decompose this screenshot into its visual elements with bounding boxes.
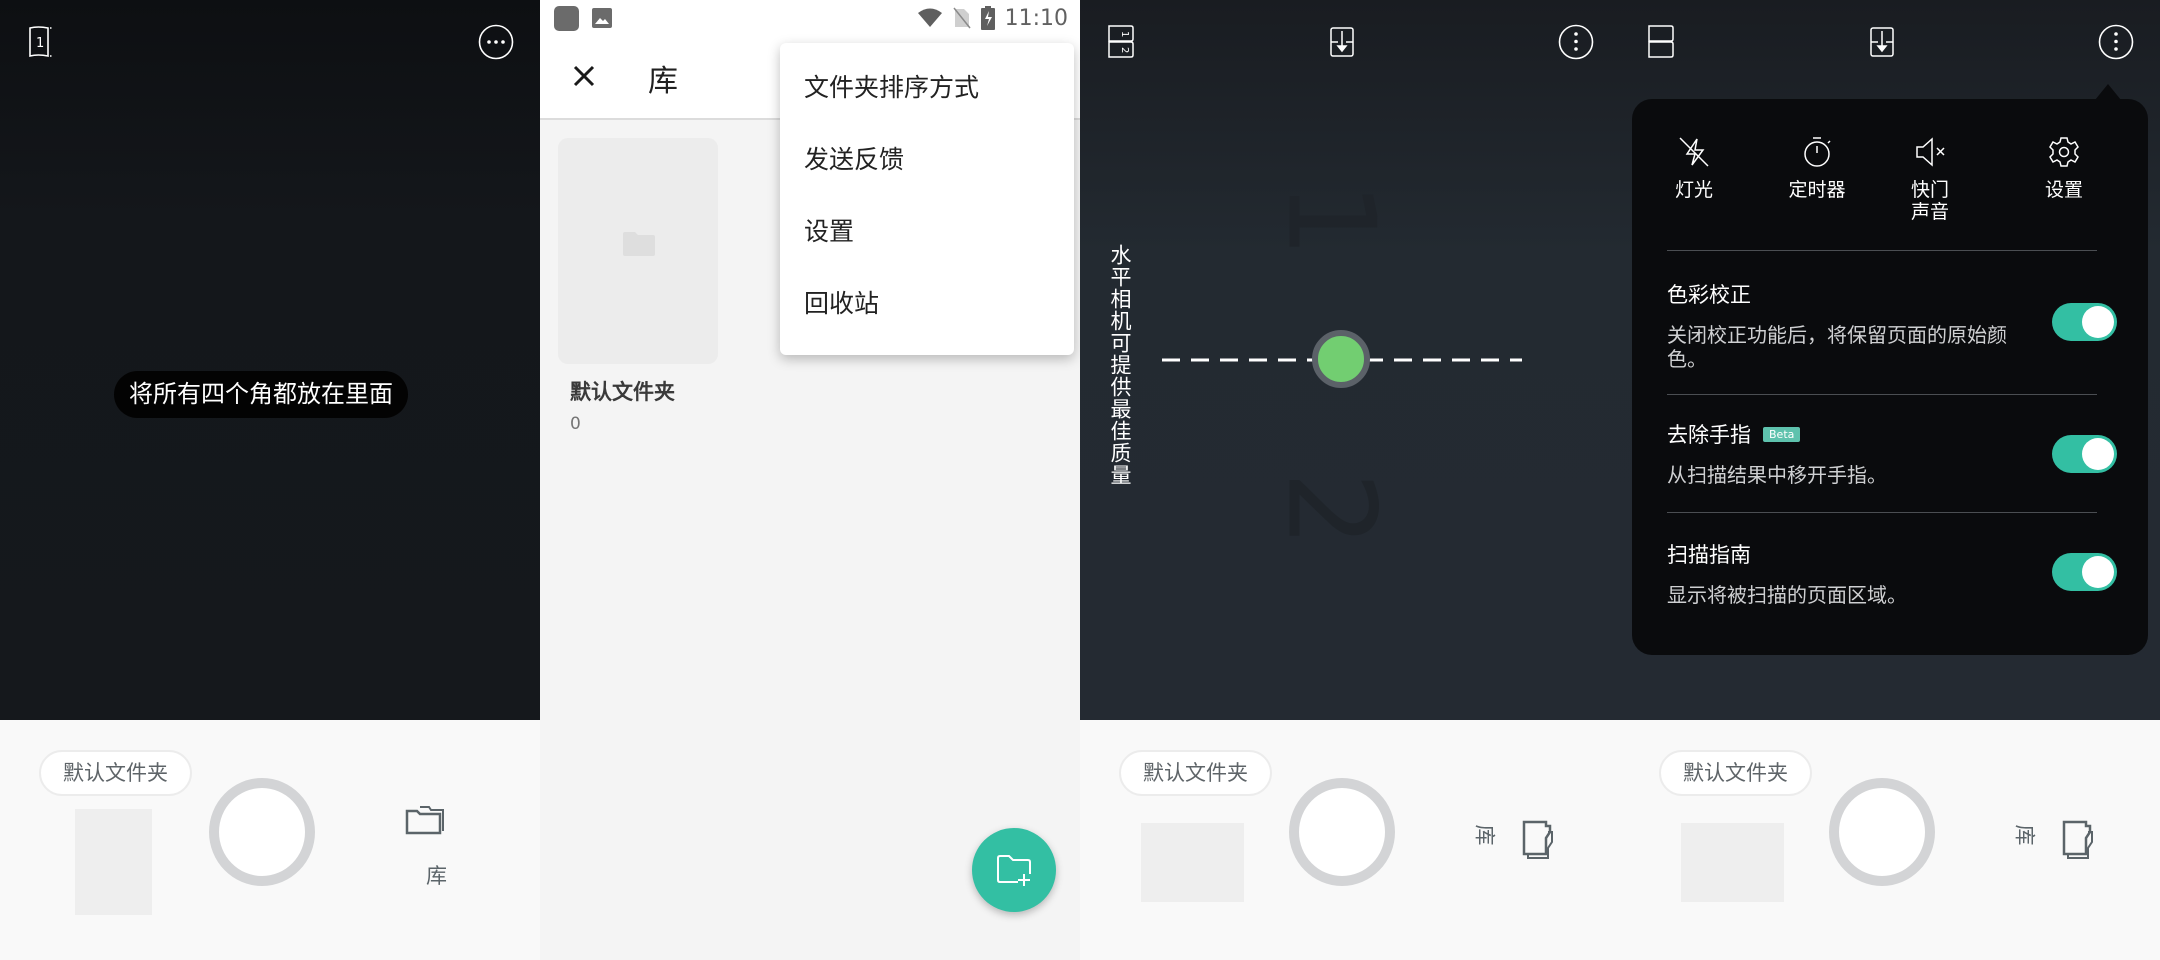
shutter-button[interactable] xyxy=(1829,778,1935,886)
shutter-sound-off-icon xyxy=(1916,137,1945,167)
folder-chip[interactable]: 默认文件夹 xyxy=(1659,750,1812,796)
menu-item-send-feedback[interactable]: 发送反馈 xyxy=(780,133,1074,205)
last-scan-thumbnail[interactable] xyxy=(1141,823,1244,902)
setting-title: 色彩校正 xyxy=(1667,283,1751,307)
camera-screen-settings-popup: 水平相机可提供最佳质量 灯光 定时器 快门声音 xyxy=(1620,0,2160,960)
more-vertical-icon[interactable] xyxy=(1558,24,1594,60)
quick-action-shutter-sound[interactable]: 快门声音 xyxy=(1880,135,1980,223)
overflow-menu: 文件夹排序方式 发送反馈 设置 回收站 xyxy=(780,43,1074,355)
toast-message: 将所有四个角都放在里面 xyxy=(114,371,408,418)
library-label[interactable]: 库 xyxy=(1471,825,1501,846)
setting-remove-fingers: 去除手指 Beta 从扫描结果中移开手指。 xyxy=(1667,419,2117,487)
image-icon xyxy=(592,8,612,28)
menu-item-recycle-bin[interactable]: 回收站 xyxy=(780,277,1074,349)
folder-card-thumbnail[interactable] xyxy=(558,138,718,364)
no-sim-icon xyxy=(953,7,971,29)
level-hint: 水平相机可提供最佳质量 xyxy=(1108,244,1132,486)
shutter-button[interactable] xyxy=(1289,778,1395,886)
quick-action-label: 设置 xyxy=(2044,179,2083,201)
menu-item-sort-folders[interactable]: 文件夹排序方式 xyxy=(780,61,1074,133)
setting-color-correction: 色彩校正 关闭校正功能后，将保留页面的原始颜色。 xyxy=(1667,279,2117,371)
more-horizontal-icon[interactable] xyxy=(478,24,514,60)
library-folder-icon[interactable] xyxy=(405,803,445,839)
library-folder-icon[interactable] xyxy=(2062,820,2098,860)
page-digit-1: 1 xyxy=(1119,31,1130,37)
divider xyxy=(1667,512,2097,513)
page-1-indicator: 1 xyxy=(1260,181,1400,258)
popup-arrow xyxy=(2095,84,2121,100)
page-mode-digit: 1 xyxy=(36,36,44,51)
clock: 11:10 xyxy=(1004,5,1068,31)
setting-description: 关闭校正功能后，将保留页面的原始颜色。 xyxy=(1667,323,2007,371)
two-page-icon[interactable]: 1 2 xyxy=(1108,25,1134,59)
last-scan-thumbnail[interactable] xyxy=(75,809,152,915)
library-folder-icon[interactable] xyxy=(1522,820,1558,860)
camera-viewfinder: 1 2 1 2 水平相机可提供最佳质量 xyxy=(1080,0,1620,720)
bottom-bar: 默认文件夹 库 xyxy=(1620,720,2160,960)
beta-badge: Beta xyxy=(1763,426,1801,442)
bottom-bar: 默认文件夹 库 xyxy=(0,720,540,960)
download-split-icon[interactable] xyxy=(1330,27,1354,57)
quick-action-label: 灯光 xyxy=(1674,179,1713,201)
quick-action-label: 定时器 xyxy=(1788,179,1846,201)
camera-viewfinder: 水平相机可提供最佳质量 灯光 定时器 快门声音 xyxy=(1620,0,2160,720)
gear-icon xyxy=(2049,137,2079,167)
camera-viewfinder: 1 将所有四个角都放在里面 xyxy=(0,0,540,720)
quick-settings-popup: 灯光 定时器 快门声音 设置 色彩校正 关闭校正功能后，将保留页面的原始颜色。 … xyxy=(1632,99,2148,655)
library-label[interactable]: 库 xyxy=(426,860,447,890)
setting-title: 去除手指 xyxy=(1667,423,1751,447)
library-screen: 11:10 库 默认文件夹 0 文件夹排序方式 发送反馈 设置 回收站 xyxy=(540,0,1080,960)
setting-scan-guide: 扫描指南 显示将被扫描的页面区域。 xyxy=(1667,539,2117,607)
divider xyxy=(1667,394,2097,395)
timer-icon xyxy=(1804,137,1831,167)
setting-title: 扫描指南 xyxy=(1667,543,1751,567)
download-split-icon[interactable] xyxy=(1870,27,1894,57)
quick-action-label: 快门声音 xyxy=(1910,179,1949,223)
remove-fingers-toggle[interactable] xyxy=(2052,435,2117,473)
close-icon[interactable] xyxy=(564,56,604,96)
battery-charging-icon xyxy=(980,6,995,30)
quick-action-flash[interactable]: 灯光 xyxy=(1634,135,1754,201)
folder-chip[interactable]: 默认文件夹 xyxy=(39,750,192,796)
menu-item-settings[interactable]: 设置 xyxy=(780,205,1074,277)
new-folder-button[interactable] xyxy=(972,828,1056,912)
folder-count: 0 xyxy=(570,414,581,434)
last-scan-thumbnail[interactable] xyxy=(1681,823,1784,902)
setting-description: 从扫描结果中移开手指。 xyxy=(1667,463,1887,487)
scan-guide-toggle[interactable] xyxy=(2052,553,2117,591)
app-icon xyxy=(554,6,579,31)
level-indicator xyxy=(1312,330,1370,388)
quick-action-timer[interactable]: 定时器 xyxy=(1757,135,1877,201)
page-digit-2: 2 xyxy=(1119,47,1130,53)
two-page-icon[interactable] xyxy=(1648,25,1674,59)
library-label[interactable]: 库 xyxy=(2011,825,2041,846)
wifi-icon xyxy=(917,8,942,27)
divider xyxy=(1667,250,2097,251)
camera-screen-single: 1 将所有四个角都放在里面 默认文件夹 库 xyxy=(0,0,540,960)
camera-screen-two-page: 1 2 1 2 水平相机可提供最佳质量 默认文件夹 库 xyxy=(1080,0,1620,960)
shutter-button[interactable] xyxy=(209,778,315,886)
folder-name[interactable]: 默认文件夹 xyxy=(570,376,675,406)
page-2-indicator: 2 xyxy=(1260,471,1400,548)
bottom-bar: 默认文件夹 库 xyxy=(1080,720,1620,960)
single-page-icon[interactable]: 1 xyxy=(28,22,68,62)
new-folder-icon xyxy=(997,855,1031,886)
quick-action-settings[interactable]: 设置 xyxy=(2004,135,2124,201)
folder-chip[interactable]: 默认文件夹 xyxy=(1119,750,1272,796)
status-bar: 11:10 xyxy=(540,0,1080,36)
page-title: 库 xyxy=(648,64,678,99)
flash-off-icon xyxy=(1679,137,1709,167)
folder-placeholder-icon xyxy=(623,232,655,256)
color-correction-toggle[interactable] xyxy=(2052,303,2117,341)
more-vertical-icon[interactable] xyxy=(2098,24,2134,60)
setting-description: 显示将被扫描的页面区域。 xyxy=(1667,583,1907,607)
